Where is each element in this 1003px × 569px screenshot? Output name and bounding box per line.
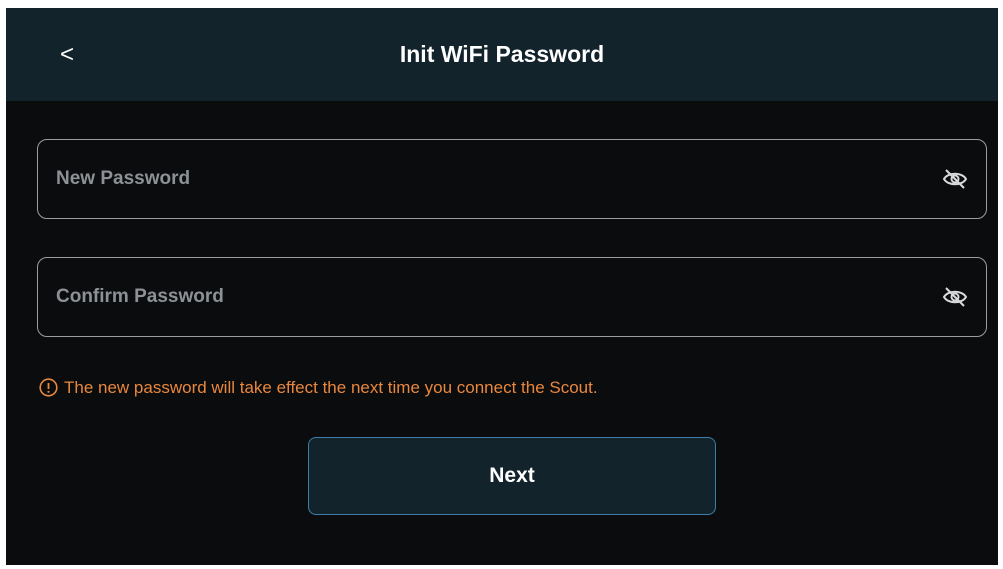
eye-slash-icon[interactable]	[942, 168, 968, 190]
new-password-placeholder: New Password	[56, 168, 191, 189]
new-password-field[interactable]: New Password	[37, 139, 987, 219]
notice-text: The new password will take effect the ne…	[64, 378, 598, 397]
app-screen: Init WiFi Password < New Password Confir…	[6, 8, 998, 565]
next-button[interactable]: Next	[308, 437, 716, 515]
password-notice: The new password will take effect the ne…	[39, 376, 598, 400]
eye-slash-icon[interactable]	[942, 286, 968, 308]
confirm-password-field[interactable]: Confirm Password	[37, 257, 987, 337]
header-bar: Init WiFi Password <	[6, 8, 998, 101]
page-title: Init WiFi Password	[399, 41, 605, 67]
confirm-password-placeholder: Confirm Password	[56, 286, 224, 307]
back-button[interactable]: <	[52, 35, 82, 75]
exclamation-circle-icon	[39, 377, 58, 397]
